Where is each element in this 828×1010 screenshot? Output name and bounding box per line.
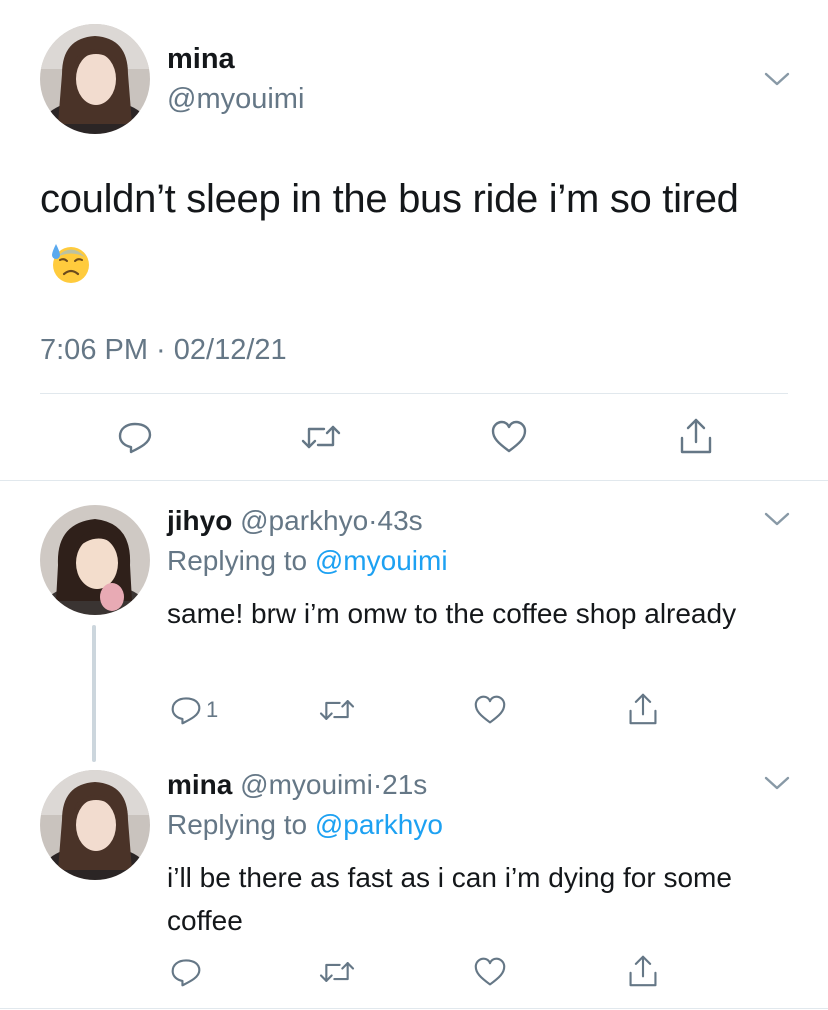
replying-to: Replying to @myouimi [167, 543, 448, 579]
share-button[interactable] [627, 691, 659, 727]
retweet-button[interactable] [318, 694, 356, 726]
retweet-icon [319, 700, 355, 720]
user-handle[interactable]: @myouimi [167, 81, 304, 117]
chevron-down-icon[interactable] [762, 70, 792, 90]
retweet-icon [319, 962, 355, 982]
user-handle[interactable]: @parkhyo [240, 505, 368, 536]
chevron-down-icon[interactable] [762, 774, 792, 794]
downcast-sweat-emoji-icon [48, 239, 92, 283]
tweet-age[interactable]: 21s [382, 769, 427, 800]
avatar[interactable] [40, 24, 150, 134]
separator: · [368, 505, 378, 536]
chevron-down-icon[interactable] [762, 510, 792, 530]
divider [40, 393, 788, 394]
reply-header: mina @myouimi·21s [167, 767, 427, 803]
reply-button[interactable]: 1 [170, 694, 218, 726]
separator: · [372, 769, 383, 800]
replying-to-link[interactable]: @parkhyo [315, 809, 443, 840]
reply-header: jihyo @parkhyo·43s [167, 503, 423, 539]
reply-icon [171, 697, 201, 725]
heart-icon [491, 420, 527, 453]
tweet-text-content: couldn’t sleep in the bus ride i’m so ti… [40, 177, 739, 221]
share-icon [629, 693, 657, 725]
avatar[interactable] [40, 505, 150, 615]
retweet-icon [301, 425, 341, 449]
tweet-age[interactable]: 43s [378, 505, 423, 536]
replying-prefix: Replying to [167, 809, 308, 840]
heart-icon [474, 695, 506, 724]
like-button[interactable] [490, 419, 528, 455]
reply-count: 1 [206, 697, 219, 722]
share-button[interactable] [678, 416, 714, 456]
retweet-button[interactable] [318, 956, 356, 988]
reply-text: i’ll be there as fast as i can i’m dying… [167, 862, 732, 936]
replying-to-link[interactable]: @myouimi [315, 545, 448, 576]
reply-icon [171, 959, 201, 987]
tweet-timestamp[interactable]: 7:06 PM · 02/12/21 [40, 330, 287, 370]
user-handle[interactable]: @myouimi [240, 769, 373, 800]
thread-line [92, 625, 96, 762]
like-button[interactable] [473, 956, 507, 988]
retweet-button[interactable] [300, 419, 342, 455]
display-name[interactable]: mina [167, 769, 232, 800]
share-icon [680, 418, 712, 454]
share-button[interactable] [627, 953, 659, 989]
reply-icon [118, 422, 152, 454]
reply-button[interactable] [117, 419, 153, 455]
avatar[interactable] [40, 770, 150, 880]
share-icon [629, 955, 657, 987]
like-button[interactable] [473, 694, 507, 726]
divider [0, 480, 828, 481]
tweet-text: couldn’t sleep in the bus ride i’m so ti… [40, 167, 780, 295]
heart-icon [474, 957, 506, 986]
reply-text: same! brw i’m omw to the coffee shop alr… [167, 598, 737, 629]
replying-prefix: Replying to [167, 545, 308, 576]
display-name[interactable]: mina [167, 41, 235, 77]
replying-to: Replying to @parkhyo [167, 807, 443, 843]
reply-button[interactable] [170, 956, 202, 988]
display-name[interactable]: jihyo [167, 505, 232, 536]
divider [0, 1008, 828, 1009]
